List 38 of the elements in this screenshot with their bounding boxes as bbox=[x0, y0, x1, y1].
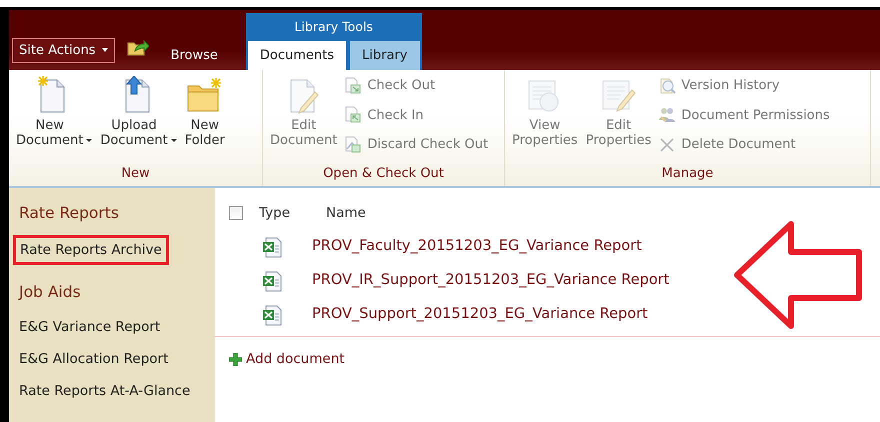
caret-icon bbox=[86, 139, 92, 142]
excel-file-icon bbox=[262, 270, 282, 292]
nav-link[interactable]: Rate Reports At-A-Glance bbox=[15, 378, 195, 402]
nav-link[interactable]: E&G Allocation Report bbox=[15, 346, 195, 370]
select-all-checkbox[interactable] bbox=[229, 206, 243, 220]
ribbon-button[interactable]: Upload Document bbox=[97, 74, 180, 164]
ribbon-group-label: Open & Check Out bbox=[322, 164, 445, 182]
document-link[interactable]: PROV_Support_20151203_EG_Variance Report bbox=[312, 304, 648, 326]
ribbon-group-label: Manage bbox=[660, 164, 714, 182]
check-in-icon bbox=[344, 106, 362, 124]
delete-x-icon bbox=[658, 136, 676, 154]
column-header[interactable]: Type bbox=[259, 202, 326, 224]
check-out-icon bbox=[344, 76, 362, 95]
ribbon-tab[interactable]: Browse bbox=[156, 40, 232, 70]
nav-heading[interactable]: Job Aids bbox=[15, 279, 85, 306]
ribbon-button[interactable]: New Document bbox=[13, 74, 96, 164]
ribbon-group-label: New bbox=[120, 164, 151, 182]
version-history-icon bbox=[658, 76, 676, 95]
excel-file-icon bbox=[262, 236, 282, 258]
contextual-tab-group-header: Library Tools bbox=[246, 12, 422, 40]
nav-heading[interactable]: Rate Reports bbox=[15, 200, 123, 228]
ribbon-button[interactable]: New Folder bbox=[182, 74, 228, 164]
site-actions-menu[interactable]: Site Actions bbox=[12, 38, 115, 63]
nav-link[interactable]: Rate Reports Archive bbox=[13, 235, 169, 266]
folder-up-icon[interactable] bbox=[126, 38, 149, 56]
add-document-link[interactable]: Add document bbox=[229, 349, 880, 370]
discard-check-out-icon bbox=[344, 136, 362, 154]
ribbon-tab[interactable]: Documents bbox=[248, 40, 346, 70]
nav-link[interactable]: E&G Variance Report bbox=[15, 314, 195, 338]
column-header[interactable]: Name bbox=[326, 202, 366, 224]
caret-icon bbox=[170, 139, 177, 142]
excel-file-icon bbox=[262, 304, 282, 326]
plus-icon bbox=[229, 352, 242, 366]
document-link[interactable]: PROV_Faculty_20151203_EG_Variance Report bbox=[312, 236, 642, 258]
people-key-icon bbox=[658, 106, 676, 124]
document-link[interactable]: PROV_IR_Support_20151203_EG_Variance Report bbox=[312, 270, 670, 292]
ribbon-tab[interactable]: Library bbox=[350, 40, 420, 70]
caret-icon bbox=[102, 48, 108, 52]
